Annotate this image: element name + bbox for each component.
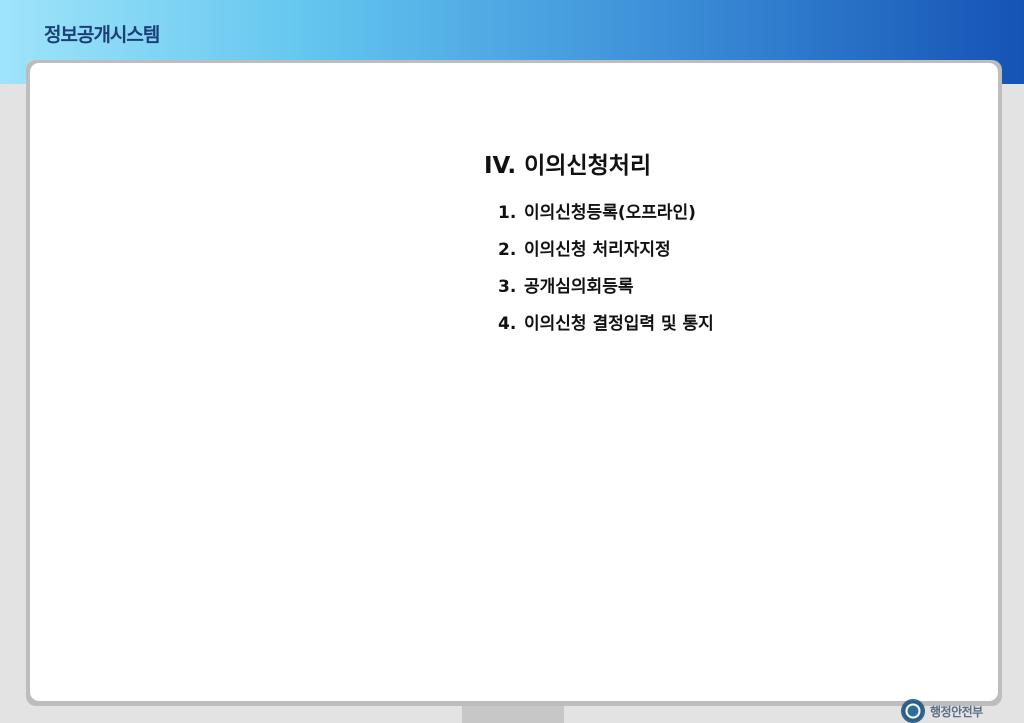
- list-item: 3. 공개심의회등록: [498, 272, 714, 309]
- item-number: 1.: [498, 203, 517, 223]
- item-number: 4.: [498, 314, 517, 334]
- ministry-name: 행정안전부: [930, 704, 983, 719]
- item-list: 1. 이의신청등록(오프라인) 2. 이의신청 처리자지정 3. 공개심의회등록 4.…: [498, 198, 714, 346]
- government-emblem-icon: [902, 700, 924, 722]
- item-label: 이의신청 결정입력 및 통지: [524, 314, 714, 334]
- app-title: 정보공개시스템: [44, 24, 160, 46]
- item-number: 3.: [498, 277, 517, 297]
- footer-tab: [462, 706, 564, 723]
- item-label: 이의신청 처리자지정: [524, 240, 671, 260]
- list-item: 2. 이의신청 처리자지정: [498, 235, 714, 272]
- list-item: 4. 이의신청 결정입력 및 통지: [498, 309, 714, 346]
- item-label: 공개심의회등록: [524, 277, 634, 297]
- section-title: IV. 이의신청처리: [484, 153, 652, 179]
- item-number: 2.: [498, 240, 517, 260]
- list-item: 1. 이의신청등록(오프라인): [498, 198, 714, 235]
- item-label: 이의신청등록(오프라인): [524, 203, 696, 223]
- ministry-logo: 행정안전부: [902, 700, 983, 722]
